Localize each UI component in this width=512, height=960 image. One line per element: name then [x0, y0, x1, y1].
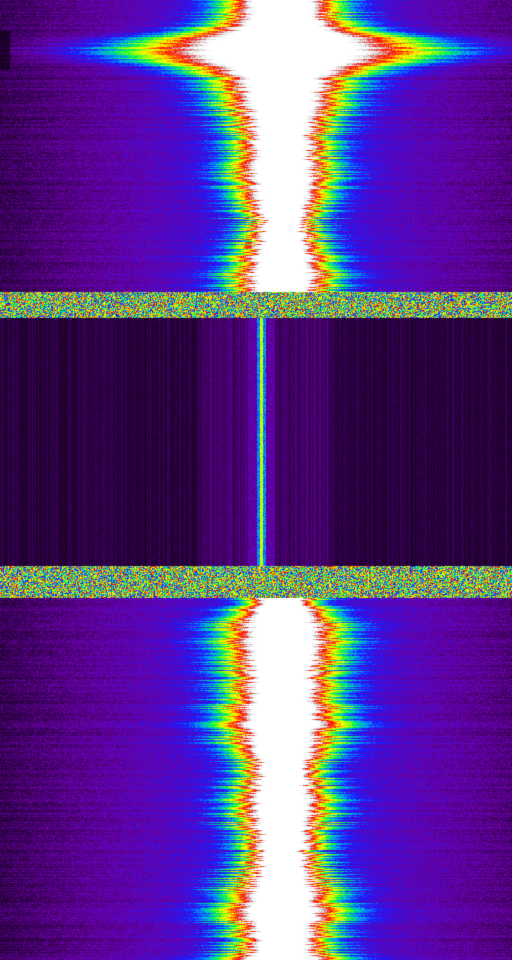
spectrogram-waterfall-display [0, 0, 512, 960]
waterfall-canvas [0, 0, 512, 960]
